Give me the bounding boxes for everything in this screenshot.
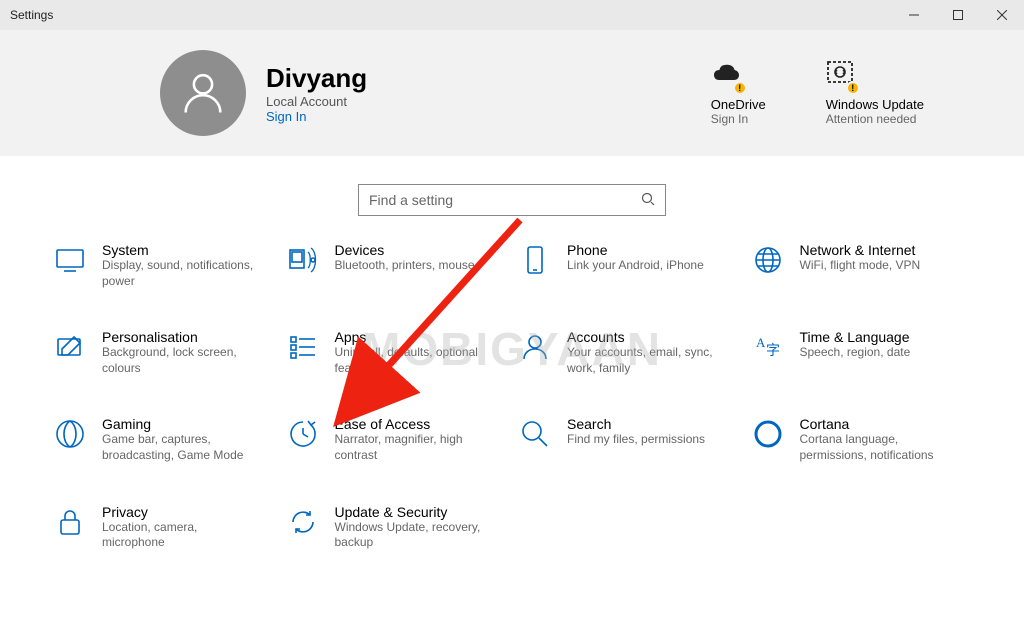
titlebar: Settings bbox=[0, 0, 1024, 30]
maximize-button[interactable] bbox=[936, 0, 980, 30]
onedrive-sublabel: Sign In bbox=[711, 112, 748, 126]
category-update-security[interactable]: Update & SecurityWindows Update, recover… bbox=[285, 504, 508, 551]
category-title: Cortana bbox=[800, 416, 960, 432]
category-title: Ease of Access bbox=[335, 416, 495, 432]
search-input[interactable]: Find a setting bbox=[358, 184, 666, 216]
category-devices[interactable]: DevicesBluetooth, printers, mouse bbox=[285, 242, 508, 289]
time-language-icon: A字 bbox=[750, 329, 786, 365]
windows-update-sublabel: Attention needed bbox=[826, 112, 917, 126]
minimize-button[interactable] bbox=[892, 0, 936, 30]
system-icon bbox=[52, 242, 88, 278]
ease-of-access-icon bbox=[285, 416, 321, 452]
profile-name: Divyang bbox=[266, 63, 367, 94]
category-title: Time & Language bbox=[800, 329, 911, 345]
category-system[interactable]: SystemDisplay, sound, notifications, pow… bbox=[52, 242, 275, 289]
category-title: Apps bbox=[335, 329, 495, 345]
windows-update-tile[interactable]: ! Windows Update Attention needed bbox=[826, 61, 924, 126]
category-sub: Find my files, permissions bbox=[567, 432, 705, 448]
cortana-icon bbox=[750, 416, 786, 452]
category-sub: Cortana language, permissions, notificat… bbox=[800, 432, 960, 463]
avatar-icon bbox=[160, 50, 246, 136]
category-title: Personalisation bbox=[102, 329, 262, 345]
svg-text:A: A bbox=[756, 335, 766, 350]
privacy-icon bbox=[52, 504, 88, 540]
category-sub: Your accounts, email, sync, work, family bbox=[567, 345, 727, 376]
category-title: Phone bbox=[567, 242, 704, 258]
network-icon bbox=[750, 242, 786, 278]
window-controls bbox=[892, 0, 1024, 30]
search-icon bbox=[641, 192, 655, 209]
alert-icon: ! bbox=[846, 81, 860, 95]
category-title: Devices bbox=[335, 242, 475, 258]
category-personalisation[interactable]: PersonalisationBackground, lock screen, … bbox=[52, 329, 275, 376]
category-privacy[interactable]: PrivacyLocation, camera, microphone bbox=[52, 504, 275, 551]
category-sub: Speech, region, date bbox=[800, 345, 911, 361]
category-sub: Location, camera, microphone bbox=[102, 520, 262, 551]
category-title: Gaming bbox=[102, 416, 262, 432]
profile-account-type: Local Account bbox=[266, 94, 367, 109]
apps-icon bbox=[285, 329, 321, 365]
category-sub: Narrator, magnifier, high contrast bbox=[335, 432, 495, 463]
onedrive-label: OneDrive bbox=[711, 97, 766, 112]
windows-update-label: Windows Update bbox=[826, 97, 924, 112]
accounts-icon bbox=[517, 329, 553, 365]
personalisation-icon bbox=[52, 329, 88, 365]
category-network[interactable]: Network & InternetWiFi, flight mode, VPN bbox=[750, 242, 973, 289]
category-title: Network & Internet bbox=[800, 242, 921, 258]
category-sub: Bluetooth, printers, mouse bbox=[335, 258, 475, 274]
category-sub: Link your Android, iPhone bbox=[567, 258, 704, 274]
onedrive-tile[interactable]: ! OneDrive Sign In bbox=[711, 61, 766, 126]
category-search[interactable]: SearchFind my files, permissions bbox=[517, 416, 740, 463]
category-phone[interactable]: PhoneLink your Android, iPhone bbox=[517, 242, 740, 289]
category-title: Search bbox=[567, 416, 705, 432]
category-time-language[interactable]: A字 Time & LanguageSpeech, region, date bbox=[750, 329, 973, 376]
category-sub: Windows Update, recovery, backup bbox=[335, 520, 495, 551]
window-title: Settings bbox=[10, 8, 53, 22]
alert-icon: ! bbox=[733, 81, 747, 95]
category-gaming[interactable]: GamingGame bar, captures, broadcasting, … bbox=[52, 416, 275, 463]
category-ease-of-access[interactable]: Ease of AccessNarrator, magnifier, high … bbox=[285, 416, 508, 463]
profile-block[interactable]: Divyang Local Account Sign In bbox=[160, 50, 367, 136]
categories-grid: SystemDisplay, sound, notifications, pow… bbox=[0, 242, 1024, 581]
category-cortana[interactable]: CortanaCortana language, permissions, no… bbox=[750, 416, 973, 463]
category-sub: WiFi, flight mode, VPN bbox=[800, 258, 921, 274]
category-sub: Uninstall, defaults, optional features bbox=[335, 345, 495, 376]
onedrive-icon: ! bbox=[711, 61, 741, 91]
category-title: Accounts bbox=[567, 329, 727, 345]
update-security-icon bbox=[285, 504, 321, 540]
category-apps[interactable]: AppsUninstall, defaults, optional featur… bbox=[285, 329, 508, 376]
gaming-icon bbox=[52, 416, 88, 452]
category-title: Update & Security bbox=[335, 504, 495, 520]
category-sub: Display, sound, notifications, power bbox=[102, 258, 262, 289]
phone-icon bbox=[517, 242, 553, 278]
devices-icon bbox=[285, 242, 321, 278]
header-banner: Divyang Local Account Sign In ! OneDrive… bbox=[0, 30, 1024, 156]
category-title: System bbox=[102, 242, 262, 258]
search-wrap: Find a setting bbox=[0, 156, 1024, 242]
search-placeholder: Find a setting bbox=[369, 192, 453, 208]
svg-text:字: 字 bbox=[766, 343, 780, 359]
windows-update-icon: ! bbox=[826, 61, 854, 91]
category-sub: Game bar, captures, broadcasting, Game M… bbox=[102, 432, 262, 463]
close-button[interactable] bbox=[980, 0, 1024, 30]
category-accounts[interactable]: AccountsYour accounts, email, sync, work… bbox=[517, 329, 740, 376]
category-sub: Background, lock screen, colours bbox=[102, 345, 262, 376]
profile-signin-link[interactable]: Sign In bbox=[266, 109, 367, 124]
search-category-icon bbox=[517, 416, 553, 452]
category-title: Privacy bbox=[102, 504, 262, 520]
